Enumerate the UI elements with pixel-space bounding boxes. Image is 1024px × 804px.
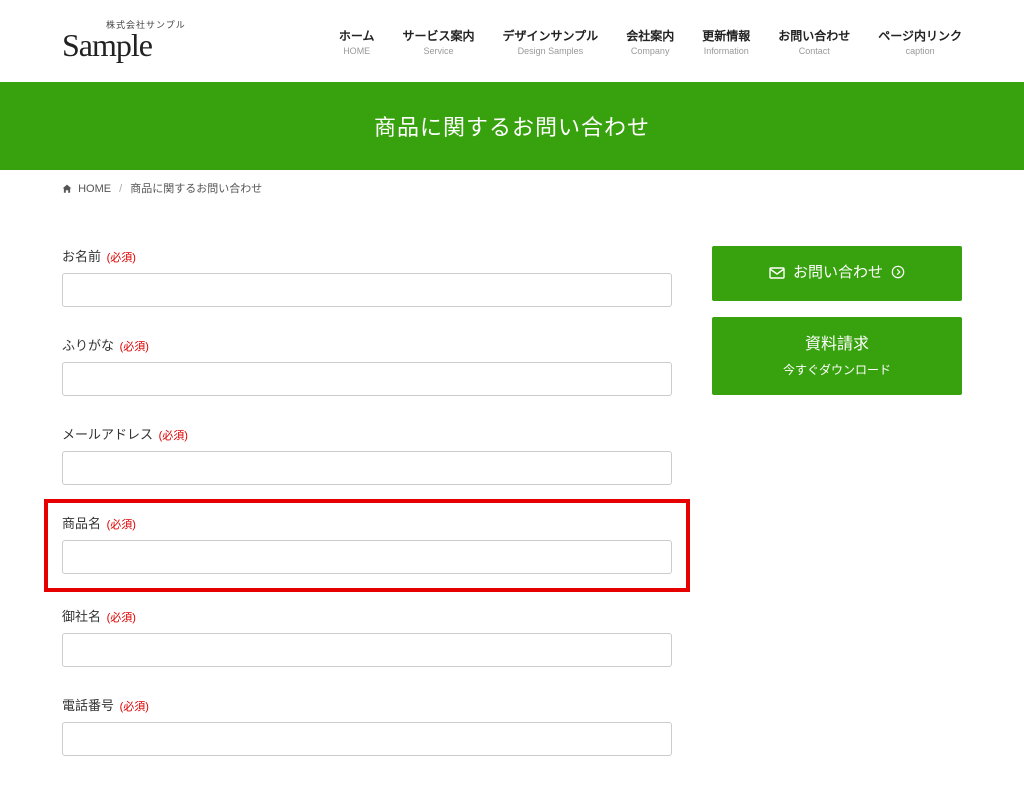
required-marker: (必須)	[120, 701, 149, 713]
nav-information[interactable]: 更新情報 Information	[702, 27, 750, 56]
nav-service[interactable]: サービス案内 Service	[403, 27, 475, 56]
nav-label-ja: 更新情報	[702, 27, 750, 44]
label-name: お名前 (必須)	[62, 246, 672, 265]
nav-company[interactable]: 会社案内 Company	[626, 27, 674, 56]
required-marker: (必須)	[107, 519, 136, 531]
primary-nav: ホーム HOME サービス案内 Service デザインサンプル Design …	[339, 27, 962, 56]
label-text: お名前	[62, 249, 101, 264]
envelope-icon	[769, 264, 789, 281]
input-tel[interactable]	[62, 722, 672, 756]
input-kana[interactable]	[62, 362, 672, 396]
nav-label-en: Service	[403, 46, 475, 56]
nav-label-en: HOME	[339, 46, 375, 56]
label-kana: ふりがな (必須)	[62, 335, 672, 354]
sidebar-download-subtitle: 今すぐダウンロード	[720, 361, 954, 379]
breadcrumb: HOME / 商品に関するお問い合わせ	[62, 170, 962, 206]
logo-main: Sample	[62, 27, 152, 64]
nav-label-en: Company	[626, 46, 674, 56]
nav-label-ja: ページ内リンク	[878, 27, 962, 44]
label-text: ふりがな	[62, 338, 114, 353]
label-text: 御社名	[62, 609, 101, 624]
sidebar-download-title: 資料請求	[720, 333, 954, 357]
sidebar: お問い合わせ 資料請求 今すぐダウンロード	[712, 246, 962, 784]
nav-label-en: caption	[878, 46, 962, 56]
required-marker: (必須)	[159, 430, 188, 442]
field-kana: ふりがな (必須)	[62, 335, 672, 396]
input-name[interactable]	[62, 273, 672, 307]
label-email: メールアドレス (必須)	[62, 424, 672, 443]
label-tel: 電話番号 (必須)	[62, 695, 672, 714]
home-icon	[62, 183, 75, 195]
breadcrumb-separator: /	[119, 183, 122, 195]
required-marker: (必須)	[107, 252, 136, 264]
sidebar-contact-label: お問い合わせ	[793, 264, 883, 281]
label-text: 電話番号	[62, 698, 114, 713]
field-product: 商品名 (必須)	[62, 513, 672, 574]
nav-contact[interactable]: お問い合わせ Contact	[778, 27, 850, 56]
input-product[interactable]	[62, 540, 672, 574]
label-text: メールアドレス	[62, 427, 153, 442]
nav-label-ja: サービス案内	[403, 27, 475, 44]
page-title: 商品に関するお問い合わせ	[0, 110, 1024, 142]
site-logo[interactable]: 株式会社サンプル Sample	[62, 18, 186, 64]
label-product: 商品名 (必須)	[62, 513, 672, 532]
nav-label-ja: デザインサンプル	[503, 27, 599, 44]
page-banner: 商品に関するお問い合わせ	[0, 82, 1024, 170]
nav-anchor-link[interactable]: ページ内リンク caption	[878, 27, 962, 56]
nav-label-en: Contact	[778, 46, 850, 56]
nav-label-ja: 会社案内	[626, 27, 674, 44]
nav-design-samples[interactable]: デザインサンプル Design Samples	[503, 27, 599, 56]
nav-label-ja: ホーム	[339, 27, 375, 44]
nav-label-en: Information	[702, 46, 750, 56]
field-name: お名前 (必須)	[62, 246, 672, 307]
nav-home[interactable]: ホーム HOME	[339, 27, 375, 56]
contact-form: お名前 (必須) ふりがな (必須) メールアドレス (必須)	[62, 246, 672, 784]
input-company[interactable]	[62, 633, 672, 667]
breadcrumb-current: 商品に関するお問い合わせ	[130, 183, 262, 195]
sidebar-contact-button[interactable]: お問い合わせ	[712, 246, 962, 301]
label-company: 御社名 (必須)	[62, 606, 672, 625]
sidebar-download-button[interactable]: 資料請求 今すぐダウンロード	[712, 317, 962, 395]
field-tel: 電話番号 (必須)	[62, 695, 672, 756]
nav-label-en: Design Samples	[503, 46, 599, 56]
input-email[interactable]	[62, 451, 672, 485]
field-company: 御社名 (必須)	[62, 606, 672, 667]
highlighted-field-group: 商品名 (必須)	[44, 499, 690, 592]
arrow-circle-right-icon	[891, 264, 905, 281]
label-text: 商品名	[62, 516, 101, 531]
required-marker: (必須)	[120, 341, 149, 353]
nav-label-ja: お問い合わせ	[778, 27, 850, 44]
breadcrumb-home[interactable]: HOME	[78, 183, 111, 195]
required-marker: (必須)	[107, 612, 136, 624]
field-email: メールアドレス (必須)	[62, 424, 672, 485]
